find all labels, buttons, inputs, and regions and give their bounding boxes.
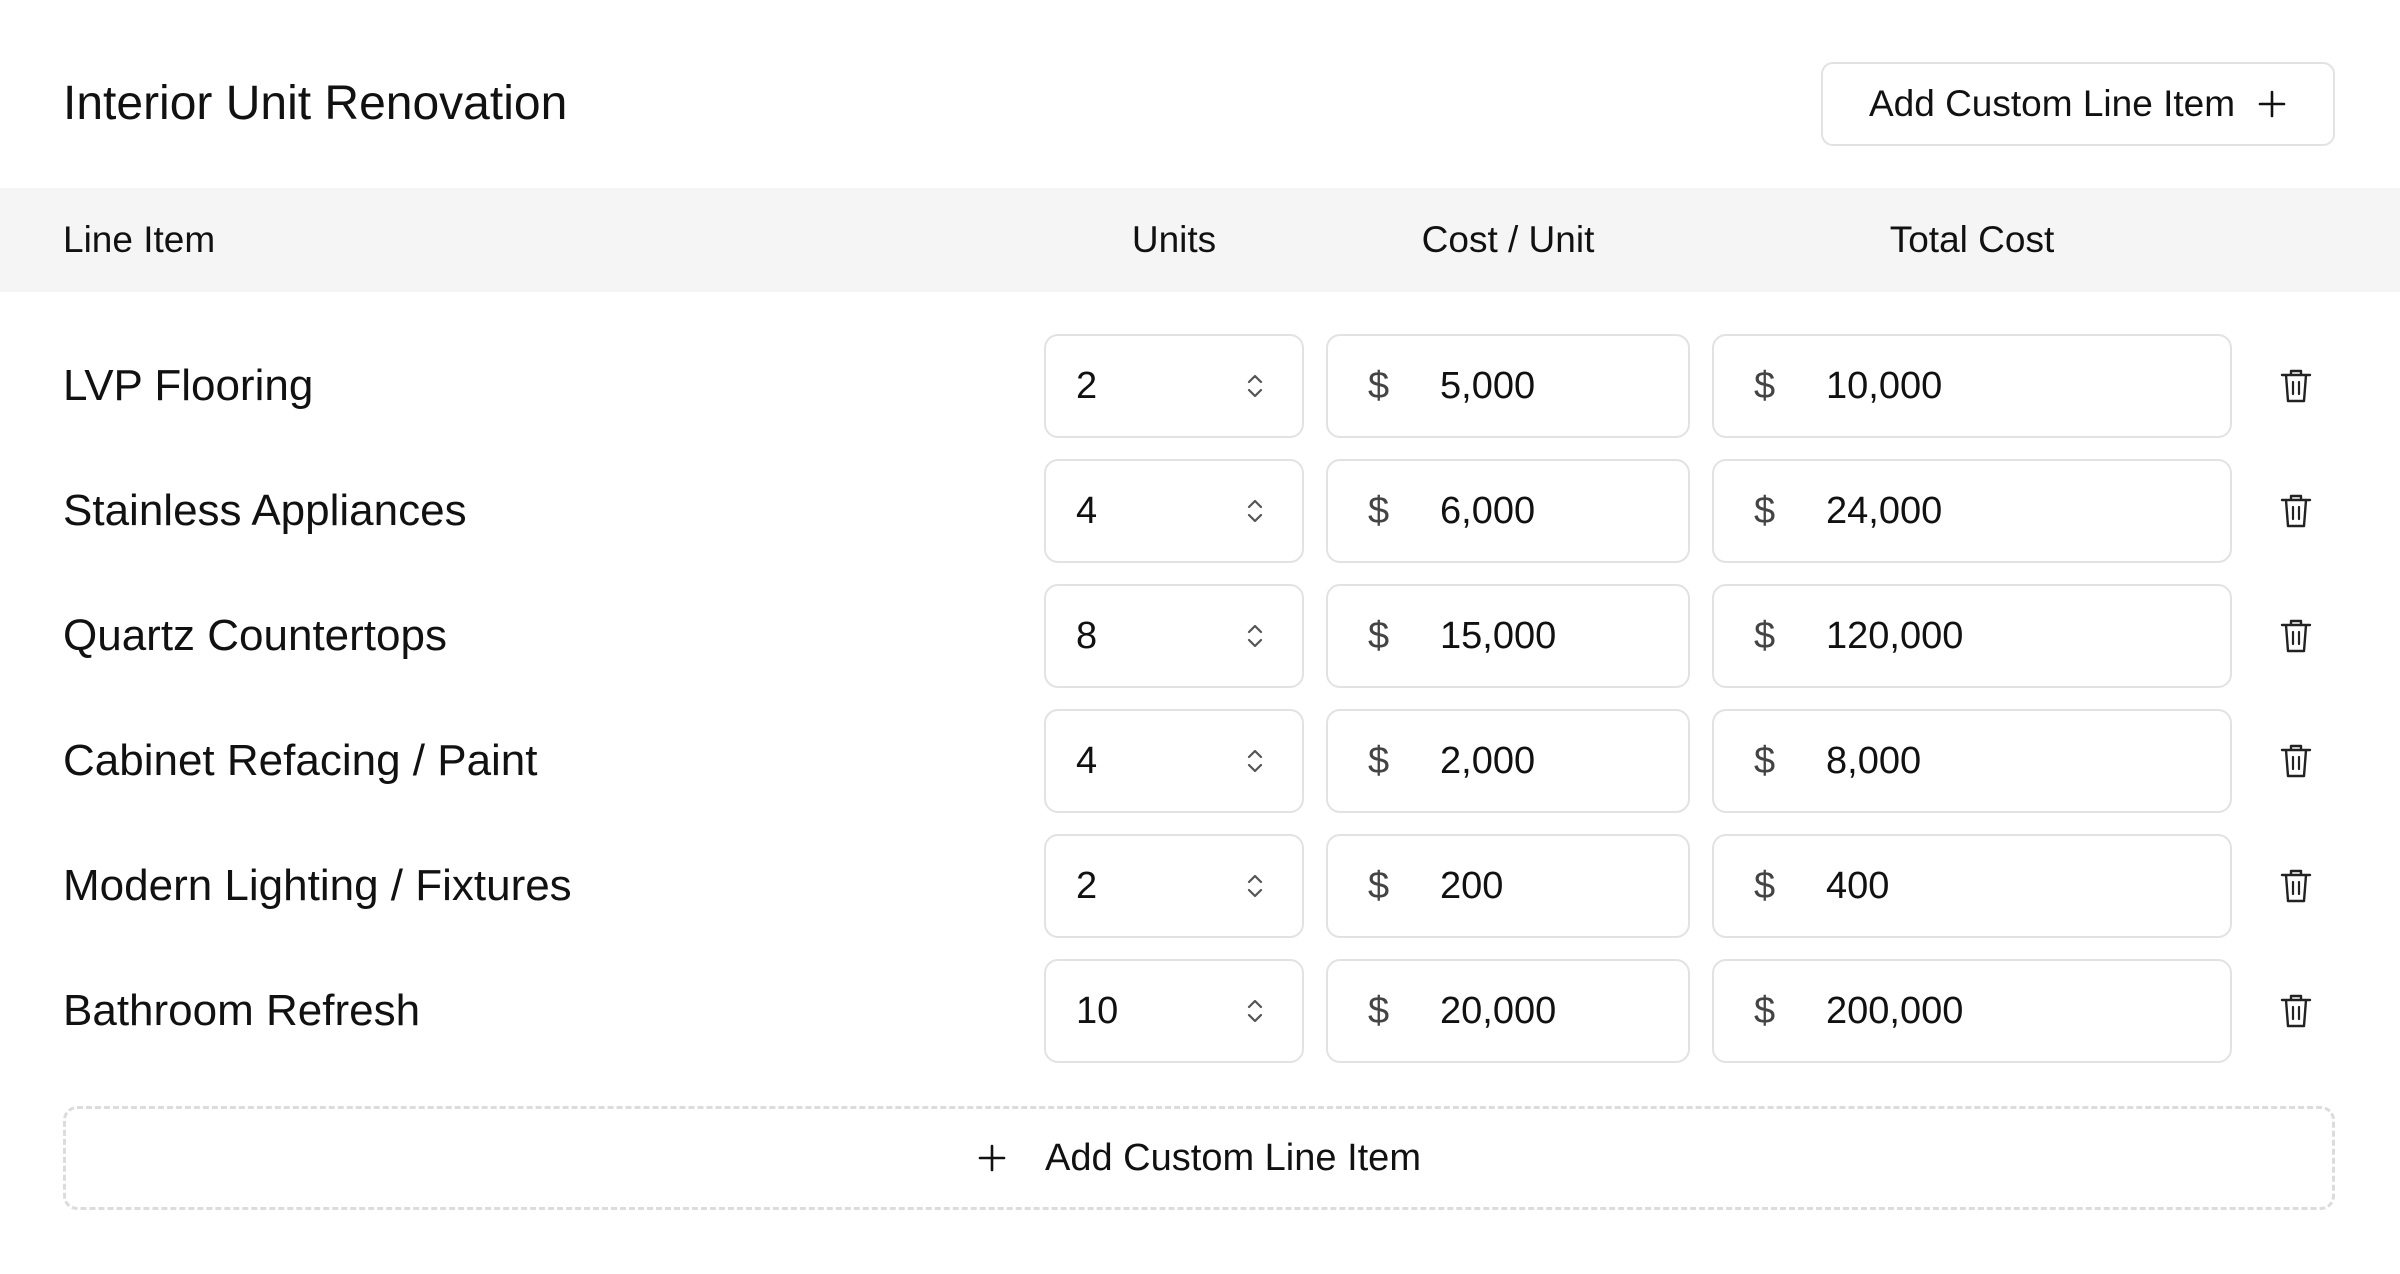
total-cost-input[interactable]: $ 10,000 <box>1712 334 2232 438</box>
total-cost-value: 10,000 <box>1826 365 1943 407</box>
table-row: Stainless Appliances 4 $ 6,000 $ 24,000 <box>0 459 2400 563</box>
add-custom-line-item-button[interactable]: Add Custom Line Item <box>1821 62 2335 146</box>
total-cost-value: 400 <box>1826 865 1890 907</box>
currency-symbol: $ <box>1754 490 1776 532</box>
trash-icon[interactable] <box>2278 491 2314 531</box>
units-stepper[interactable]: 4 <box>1044 709 1304 813</box>
trash-icon[interactable] <box>2278 741 2314 781</box>
currency-symbol: $ <box>1368 490 1390 532</box>
cost-per-unit-value: 2,000 <box>1440 740 1536 782</box>
table-row: Cabinet Refacing / Paint 4 $ 2,000 $ 8,0… <box>0 709 2400 813</box>
add-custom-line-item-label: Add Custom Line Item <box>1868 83 2236 124</box>
plus-icon <box>978 1144 1006 1172</box>
total-cost-value: 120,000 <box>1826 615 1964 657</box>
column-header-total-cost: Total Cost <box>1889 219 2055 260</box>
currency-symbol: $ <box>1754 740 1776 782</box>
units-value: 8 <box>1076 615 1098 657</box>
units-value: 2 <box>1076 865 1098 907</box>
column-header-units: Units <box>1131 219 1217 260</box>
currency-symbol: $ <box>1754 615 1776 657</box>
column-header-cost-per-unit: Cost / Unit <box>1421 219 1595 260</box>
units-stepper[interactable]: 2 <box>1044 834 1304 938</box>
total-cost-input[interactable]: $ 400 <box>1712 834 2232 938</box>
units-stepper[interactable]: 2 <box>1044 334 1304 438</box>
total-cost-value: 8,000 <box>1826 740 1922 782</box>
cost-per-unit-input[interactable]: $ 15,000 <box>1326 584 1690 688</box>
line-item-name: Bathroom Refresh <box>63 986 421 1035</box>
total-cost-input[interactable]: $ 200,000 <box>1712 959 2232 1063</box>
line-item-name: LVP Flooring <box>63 361 314 410</box>
trash-icon[interactable] <box>2278 366 2314 406</box>
chevron-up-down-icon[interactable] <box>1244 370 1266 402</box>
units-stepper[interactable]: 10 <box>1044 959 1304 1063</box>
currency-symbol: $ <box>1368 365 1390 407</box>
add-custom-line-item-row-button[interactable]: Add Custom Line Item <box>63 1106 2335 1210</box>
units-value: 2 <box>1076 365 1098 407</box>
total-cost-value: 24,000 <box>1826 490 1943 532</box>
line-item-name: Cabinet Refacing / Paint <box>63 736 538 785</box>
table-row: Modern Lighting / Fixtures 2 $ 200 $ 400 <box>0 834 2400 938</box>
currency-symbol: $ <box>1368 865 1390 907</box>
line-item-name: Stainless Appliances <box>63 486 467 535</box>
chevron-up-down-icon[interactable] <box>1244 995 1266 1027</box>
trash-icon[interactable] <box>2278 616 2314 656</box>
currency-symbol: $ <box>1368 740 1390 782</box>
units-value: 4 <box>1076 490 1098 532</box>
cost-per-unit-value: 200 <box>1440 865 1504 907</box>
table-header: Line Item Units Cost / Unit Total Cost <box>0 188 2400 292</box>
units-stepper[interactable]: 4 <box>1044 459 1304 563</box>
column-header-line-item: Line Item <box>63 219 216 260</box>
cost-per-unit-input[interactable]: $ 5,000 <box>1326 334 1690 438</box>
trash-icon[interactable] <box>2278 866 2314 906</box>
chevron-up-down-icon[interactable] <box>1244 495 1266 527</box>
currency-symbol: $ <box>1754 990 1776 1032</box>
currency-symbol: $ <box>1754 365 1776 407</box>
currency-symbol: $ <box>1368 615 1390 657</box>
total-cost-input[interactable]: $ 24,000 <box>1712 459 2232 563</box>
currency-symbol: $ <box>1368 990 1390 1032</box>
cost-per-unit-value: 6,000 <box>1440 490 1536 532</box>
chevron-up-down-icon[interactable] <box>1244 870 1266 902</box>
line-item-name: Quartz Countertops <box>63 611 447 660</box>
table-row: Bathroom Refresh 10 $ 20,000 $ 200,000 <box>0 959 2400 1063</box>
units-value: 10 <box>1076 990 1119 1032</box>
chevron-up-down-icon[interactable] <box>1244 620 1266 652</box>
total-cost-input[interactable]: $ 8,000 <box>1712 709 2232 813</box>
cost-per-unit-input[interactable]: $ 6,000 <box>1326 459 1690 563</box>
total-cost-input[interactable]: $ 120,000 <box>1712 584 2232 688</box>
cost-per-unit-value: 15,000 <box>1440 615 1557 657</box>
units-stepper[interactable]: 8 <box>1044 584 1304 688</box>
cost-per-unit-input[interactable]: $ 200 <box>1326 834 1690 938</box>
trash-icon[interactable] <box>2278 991 2314 1031</box>
add-custom-line-item-label: Add Custom Line Item <box>1045 1136 1421 1179</box>
units-value: 4 <box>1076 740 1098 782</box>
page-title: Interior Unit Renovation <box>63 77 568 130</box>
cost-per-unit-input[interactable]: $ 2,000 <box>1326 709 1690 813</box>
cost-per-unit-value: 20,000 <box>1440 990 1557 1032</box>
cost-per-unit-value: 5,000 <box>1440 365 1536 407</box>
page-header: Interior Unit Renovation Add Custom Line… <box>0 0 2400 190</box>
table-row: LVP Flooring 2 $ 5,000 $ 10,000 <box>0 334 2400 438</box>
line-item-name: Modern Lighting / Fixtures <box>63 861 572 910</box>
cost-per-unit-input[interactable]: $ 20,000 <box>1326 959 1690 1063</box>
chevron-up-down-icon[interactable] <box>1244 745 1266 777</box>
currency-symbol: $ <box>1754 865 1776 907</box>
plus-icon <box>2258 90 2286 118</box>
total-cost-value: 200,000 <box>1826 990 1964 1032</box>
table-row: Quartz Countertops 8 $ 15,000 $ 120,000 <box>0 584 2400 688</box>
